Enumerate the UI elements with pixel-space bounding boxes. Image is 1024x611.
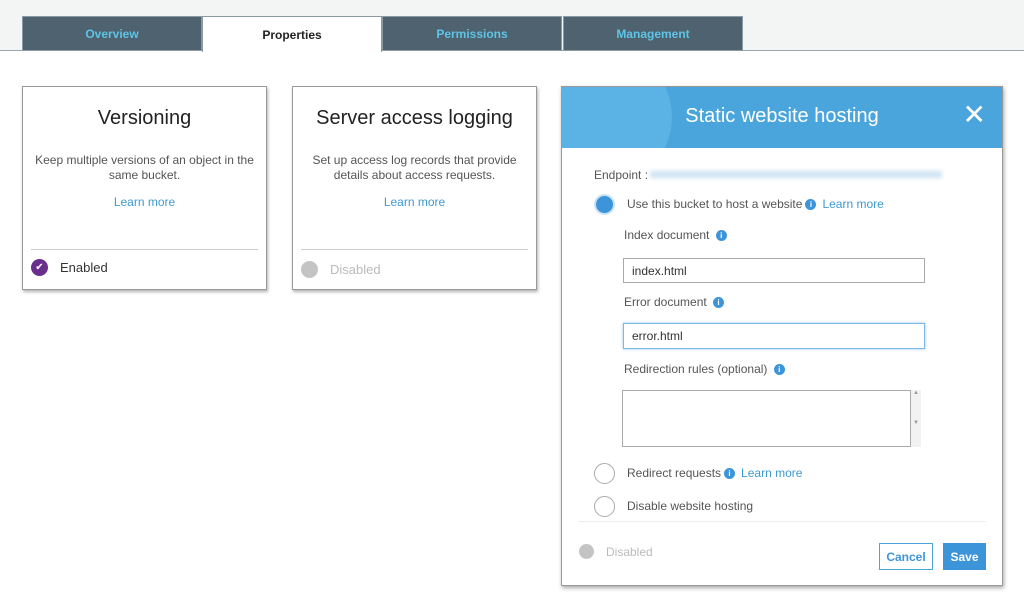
error-document-input[interactable]: error.html bbox=[623, 323, 925, 349]
modal-header: Static website hosting ✕ bbox=[562, 87, 1002, 148]
status: ✔ Enabled bbox=[31, 259, 108, 276]
redirection-rules-label: Redirection rules (optional) i bbox=[624, 362, 785, 376]
card-title: Versioning bbox=[97, 107, 192, 129]
error-document-label: Error document i bbox=[624, 295, 725, 309]
static-website-hosting-modal: Static website hosting ✕ Endpoint : Use … bbox=[561, 86, 1003, 586]
close-icon[interactable]: ✕ bbox=[963, 101, 986, 129]
redirection-rules-textarea[interactable] bbox=[622, 390, 911, 447]
index-document-label: Index document i bbox=[624, 228, 727, 242]
label-text: Index document bbox=[624, 228, 710, 242]
learn-more-link[interactable]: Learn more bbox=[741, 466, 802, 480]
disable-hosting-option: Disable website hosting bbox=[627, 499, 754, 513]
tab-properties[interactable]: Properties bbox=[202, 16, 382, 52]
disabled-circle-icon bbox=[579, 544, 594, 559]
info-icon[interactable]: i bbox=[724, 468, 736, 480]
status: Disabled bbox=[301, 261, 381, 278]
host-website-option: Use this bucket to host a website i Learn … bbox=[627, 197, 884, 211]
divider bbox=[31, 249, 258, 250]
server-access-logging-card[interactable]: Server access logging Set up access log … bbox=[292, 86, 537, 290]
tab-management[interactable]: Management bbox=[563, 16, 743, 51]
card-description: Keep multiple versions of an object in t… bbox=[35, 153, 254, 182]
divider bbox=[301, 249, 528, 250]
textarea-scrollbar[interactable]: ▲ ▼ bbox=[911, 390, 921, 447]
index-document-input[interactable]: index.html bbox=[623, 258, 925, 283]
disable-hosting-radio[interactable] bbox=[594, 496, 615, 517]
learn-more-link[interactable]: Learn more bbox=[293, 195, 536, 209]
check-circle-icon: ✔ bbox=[31, 259, 48, 276]
hosting-status: Disabled bbox=[579, 544, 653, 559]
disabled-circle-icon bbox=[301, 261, 318, 278]
card-title: Server access logging bbox=[316, 107, 513, 129]
redirect-requests-option: Redirect requests i Learn more bbox=[627, 466, 802, 480]
card-description: Set up access log records that provide d… bbox=[312, 153, 517, 182]
tab-overview[interactable]: Overview bbox=[22, 16, 202, 51]
info-icon[interactable]: i bbox=[805, 199, 817, 211]
info-icon[interactable]: i bbox=[713, 297, 725, 309]
redirect-requests-radio[interactable] bbox=[594, 463, 615, 484]
learn-more-link[interactable]: Learn more bbox=[822, 197, 883, 211]
tab-permissions[interactable]: Permissions bbox=[382, 16, 562, 51]
divider bbox=[578, 521, 986, 522]
versioning-card[interactable]: Versioning Keep multiple versions of an … bbox=[22, 86, 267, 290]
host-website-radio[interactable] bbox=[594, 194, 615, 215]
status-label: Disabled bbox=[330, 262, 381, 277]
info-icon[interactable]: i bbox=[715, 230, 727, 242]
status-label: Enabled bbox=[60, 260, 108, 275]
label-text: Error document bbox=[624, 295, 707, 309]
save-button[interactable]: Save bbox=[943, 543, 986, 570]
label-text: Redirection rules (optional) bbox=[624, 362, 768, 376]
endpoint-url-blurred[interactable] bbox=[650, 171, 942, 178]
status-label: Disabled bbox=[606, 544, 653, 559]
learn-more-link[interactable]: Learn more bbox=[23, 195, 266, 209]
option-label: Redirect requests bbox=[627, 466, 722, 480]
option-label: Use this bucket to host a website bbox=[627, 197, 803, 211]
cancel-button[interactable]: Cancel bbox=[879, 543, 933, 570]
modal-title: Static website hosting bbox=[685, 105, 879, 127]
info-icon[interactable]: i bbox=[773, 364, 785, 376]
endpoint-label: Endpoint : bbox=[594, 168, 649, 182]
